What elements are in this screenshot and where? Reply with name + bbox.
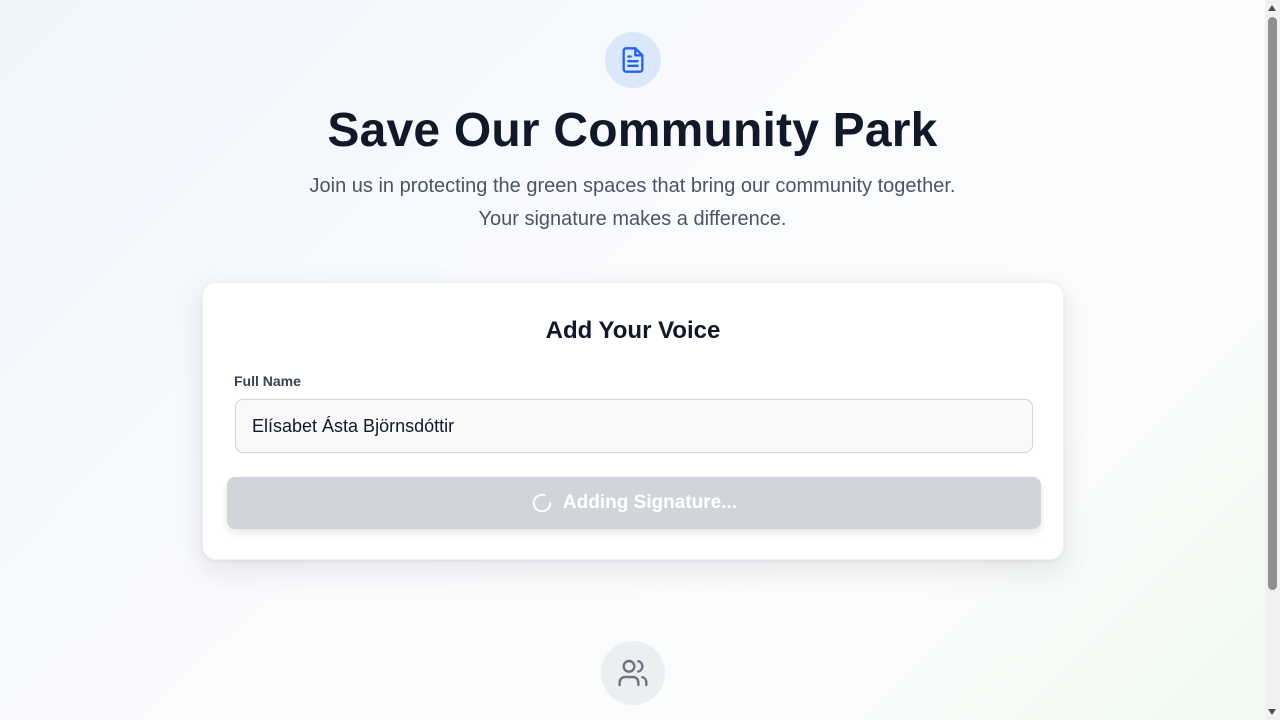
scroll-down-arrow-icon[interactable] xyxy=(1268,709,1276,715)
form-title: Add Your Voice xyxy=(545,317,721,344)
scrollbar-thumb[interactable] xyxy=(1268,17,1277,590)
add-signature-button-label: Adding Signature... xyxy=(562,492,738,513)
full-name-label: Full Name xyxy=(234,373,301,389)
subtitle-line-1: Join us in protecting the green spaces t… xyxy=(309,175,956,197)
scroll-up-arrow-icon[interactable] xyxy=(1268,5,1276,11)
signature-form-card: Add Your Voice Full Name Adding Signatur… xyxy=(202,282,1064,560)
page-subtitle: Join us in protecting the green spaces t… xyxy=(0,170,1265,236)
document-icon xyxy=(622,47,644,73)
vertical-scrollbar[interactable] xyxy=(1265,0,1280,720)
document-icon-badge xyxy=(605,32,661,88)
petition-page: Save Our Community Park Join us in prote… xyxy=(0,0,1265,720)
full-name-input[interactable] xyxy=(235,399,1033,453)
subtitle-line-2: Your signature makes a difference. xyxy=(478,208,787,230)
users-icon xyxy=(618,659,648,687)
add-signature-button[interactable]: Adding Signature... xyxy=(227,477,1041,529)
spinner-icon xyxy=(531,492,553,514)
page-title: Save Our Community Park xyxy=(327,104,938,157)
users-icon-badge xyxy=(601,641,665,705)
